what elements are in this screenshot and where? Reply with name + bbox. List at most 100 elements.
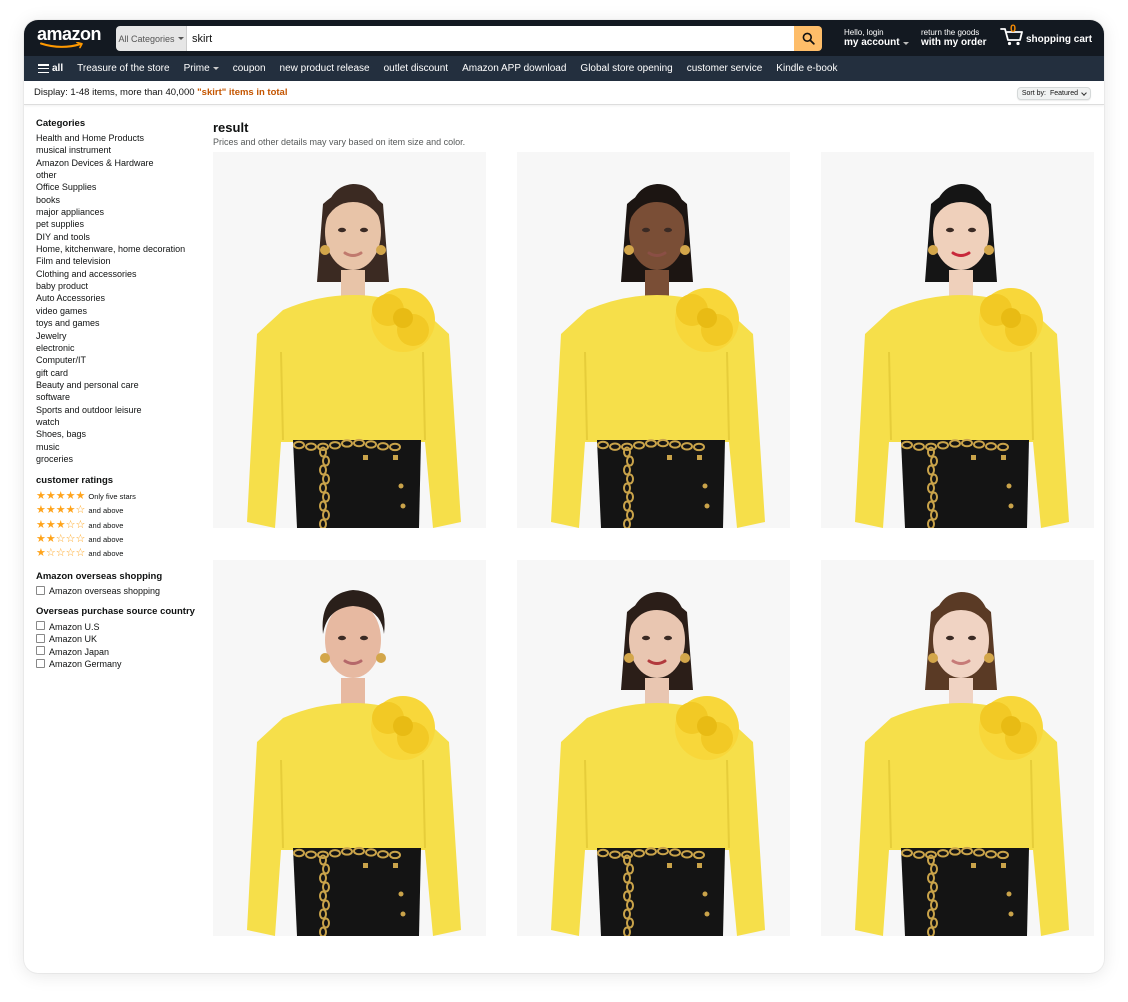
results-title: result (213, 120, 249, 135)
rating-label: and above (88, 520, 124, 530)
rating-list: ★ ★ ★ ★ ★ Only five stars ★ ★ ★ ★ ☆ and above ★ ★ ★ ☆ ☆ a… (36, 489, 216, 560)
category-link[interactable]: software (36, 391, 216, 403)
chevron-down-icon (902, 41, 909, 45)
orders-label: with my order (921, 37, 987, 48)
nav-item-new-release[interactable]: new product release (280, 63, 370, 74)
category-link[interactable]: Clothing and accessories (36, 268, 216, 280)
category-link[interactable]: groceries (36, 453, 216, 465)
star-rating: ★ ★ ☆ ☆ ☆ (36, 532, 86, 545)
category-link[interactable]: music (36, 441, 216, 453)
star-filled-icon: ★ (45, 504, 56, 517)
star-filled-icon: ★ (75, 489, 86, 502)
cart-count: 0 (1010, 23, 1017, 35)
results-count-text: Display: 1-48 items, more than 40,000 "s… (34, 87, 287, 98)
overseas-checkbox-row[interactable]: Amazon overseas shopping (36, 585, 216, 598)
search-category-dropdown[interactable]: All Categories (116, 26, 187, 51)
nav-item-global-store[interactable]: Global store opening (580, 63, 672, 74)
star-empty-icon: ☆ (75, 532, 86, 545)
category-link[interactable]: DIY and tools (36, 231, 216, 243)
category-link[interactable]: toys and games (36, 317, 216, 329)
category-link[interactable]: Auto Accessories (36, 292, 216, 304)
rating-filter-row[interactable]: ★ ★ ★ ★ ☆ and above (36, 504, 216, 518)
product-card[interactable] (213, 560, 486, 936)
category-link[interactable]: watch (36, 416, 216, 428)
product-card[interactable] (213, 152, 486, 528)
product-card[interactable] (821, 560, 1094, 936)
category-link[interactable]: baby product (36, 280, 216, 292)
category-link[interactable]: Computer/IT (36, 354, 216, 366)
source-country-label: Amazon U.S (49, 621, 100, 632)
star-empty-icon: ☆ (75, 518, 86, 531)
star-filled-icon: ★ (36, 489, 46, 502)
search-button[interactable] (794, 26, 822, 51)
product-card[interactable] (517, 152, 790, 528)
amazon-logo[interactable]: amazon (37, 25, 103, 53)
cart-button[interactable]: 0 shopping cart (1000, 23, 1092, 46)
category-link[interactable]: Sports and outdoor leisure (36, 404, 216, 416)
category-link[interactable]: gift card (36, 367, 216, 379)
category-link[interactable]: Jewelry (36, 330, 216, 342)
rating-filter-row[interactable]: ★ ★ ★ ★ ★ Only five stars (36, 489, 216, 503)
source-country-label: Amazon Japan (49, 646, 110, 657)
nav-item-app-download[interactable]: Amazon APP download (462, 63, 566, 74)
star-filled-icon: ★ (45, 532, 56, 545)
star-empty-icon: ☆ (55, 547, 66, 560)
categories-heading: Categories (36, 118, 86, 129)
account-menu[interactable]: Hello, login my account (844, 28, 909, 49)
star-filled-icon: ★ (36, 504, 46, 517)
category-link[interactable]: electronic (36, 342, 216, 354)
source-country-checkbox-row[interactable]: Amazon Germany (36, 658, 216, 671)
rating-filter-row[interactable]: ★ ★ ☆ ☆ ☆ and above (36, 532, 216, 546)
nav-item-outlet[interactable]: outlet discount (384, 63, 449, 74)
category-list: Health and Home Products musical instrume… (36, 132, 216, 465)
results-subtitle: Prices and other details may vary based … (213, 137, 466, 147)
source-country-checkbox-row[interactable]: Amazon UK (36, 633, 216, 646)
checkbox[interactable] (36, 658, 45, 668)
star-filled-icon: ★ (55, 489, 66, 502)
checkbox[interactable] (36, 585, 45, 595)
nav-bar: all Treasure of the store Prime coupon n… (24, 56, 1104, 81)
overseas-heading: Amazon overseas shopping (36, 570, 163, 582)
star-empty-icon: ☆ (75, 504, 86, 517)
rating-label: and above (88, 506, 124, 516)
category-link[interactable]: Film and television (36, 255, 216, 267)
category-link[interactable]: Beauty and personal care (36, 379, 216, 391)
star-filled-icon: ★ (65, 504, 76, 517)
nav-item-treasure[interactable]: Treasure of the store (77, 63, 169, 74)
nav-item-kindle[interactable]: Kindle e-book (776, 63, 837, 74)
category-link[interactable]: major appliances (36, 206, 216, 218)
star-empty-icon: ☆ (65, 518, 76, 531)
hamburger-icon (38, 64, 49, 73)
category-link[interactable]: other (36, 169, 216, 181)
checkbox[interactable] (36, 621, 45, 631)
category-link[interactable]: Amazon Devices & Hardware (36, 157, 216, 169)
nav-item-coupon[interactable]: coupon (233, 63, 266, 74)
category-link[interactable]: Health and Home Products (36, 132, 216, 144)
search-category-label: All Categories (118, 33, 175, 44)
category-link[interactable]: books (36, 194, 216, 206)
rating-filter-row[interactable]: ★ ★ ★ ☆ ☆ and above (36, 518, 216, 532)
checkbox[interactable] (36, 646, 45, 656)
category-link[interactable]: Shoes, bags (36, 428, 216, 440)
rating-label: and above (88, 534, 124, 544)
sort-dropdown[interactable]: Sort by: Featured (1016, 87, 1091, 100)
returns-orders-link[interactable]: return the goods with my order (921, 28, 987, 49)
checkbox[interactable] (36, 633, 45, 643)
category-link[interactable]: video games (36, 305, 216, 317)
search-input[interactable] (187, 26, 794, 51)
all-menu-button[interactable]: all (38, 63, 63, 74)
rating-filter-row[interactable]: ★ ☆ ☆ ☆ ☆ and above (36, 546, 216, 560)
star-empty-icon: ☆ (65, 547, 76, 560)
nav-item-customer-service[interactable]: customer service (687, 63, 763, 74)
source-country-checkbox-row[interactable]: Amazon Japan (36, 645, 216, 658)
product-card[interactable] (517, 560, 790, 936)
nav-item-prime[interactable]: Prime (184, 63, 219, 74)
account-label: my account (844, 37, 900, 48)
product-card[interactable] (821, 152, 1094, 528)
star-empty-icon: ☆ (75, 547, 86, 560)
category-link[interactable]: musical instrument (36, 144, 216, 156)
source-country-checkbox-row[interactable]: Amazon U.S (36, 620, 216, 633)
category-link[interactable]: Home, kitchenware, home decoration (36, 243, 216, 255)
category-link[interactable]: pet supplies (36, 218, 216, 230)
category-link[interactable]: Office Supplies (36, 181, 216, 193)
